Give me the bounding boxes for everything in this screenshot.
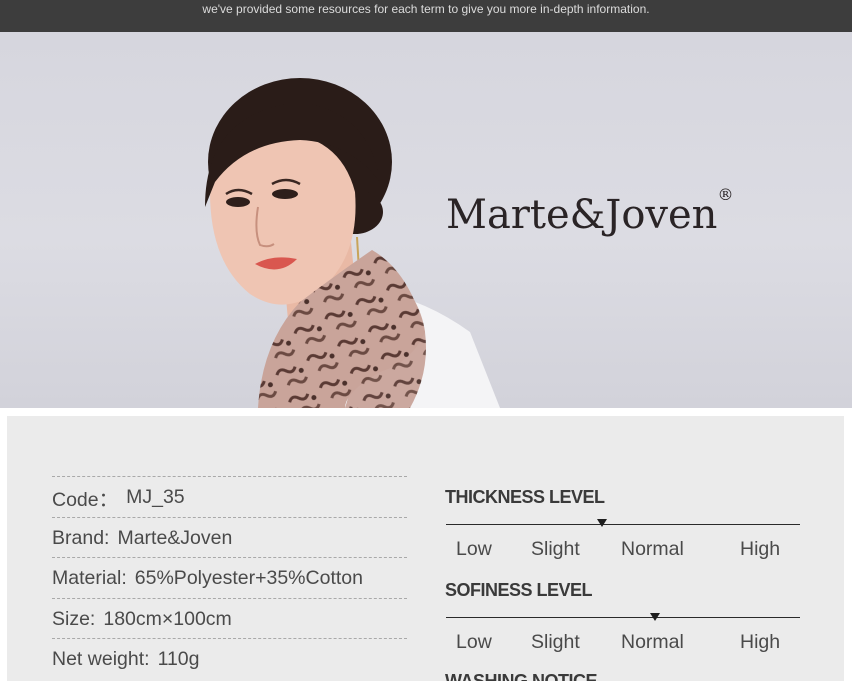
thickness-level-title: THICKNESS LEVEL [445, 487, 605, 507]
thickness-label-high: High [740, 538, 781, 560]
thickness-label-low: Low [456, 538, 492, 560]
softness-label-low: Low [456, 631, 492, 653]
spec-row-net-weight: Net weight: 110g [52, 638, 407, 679]
registered-mark: ® [717, 184, 734, 204]
spec-label: Brand: [52, 526, 110, 549]
softness-label-slight: Slight [531, 631, 580, 653]
notice-bar: we've provided some resources for each t… [0, 0, 852, 32]
spec-value: 110g [157, 648, 200, 671]
softness-scale-line [446, 617, 800, 618]
hero-banner: Marte&Joven® [0, 32, 852, 408]
spec-value: MJ_35 [126, 486, 185, 509]
washing-notice-title: WASHING NOTICE [445, 672, 597, 681]
thickness-scale-line [446, 524, 800, 525]
spec-value: 180cm×100cm [103, 607, 232, 630]
softness-label-high: High [740, 631, 781, 653]
spec-row-material: Material: 65%Polyester+35%Cotton [52, 557, 407, 598]
softness-level-marker [649, 613, 660, 621]
spec-row-size: Size: 180cm×100cm [52, 597, 407, 639]
spec-label: Code： [52, 489, 119, 512]
notice-text: we've provided some resources for each t… [202, 2, 650, 16]
thickness-label-normal: Normal [621, 538, 684, 560]
spec-label: Material: [52, 567, 127, 590]
thickness-label-slight: Slight [531, 538, 580, 560]
brand-logo-text: Marte&Joven [446, 192, 718, 238]
washing-notice-heading: WASHING NOTICE [445, 672, 597, 681]
thickness-level-marker [596, 519, 607, 527]
brand-logo: Marte&Joven® [446, 185, 733, 238]
spec-row-code: Code： MJ_35 [52, 476, 407, 517]
spec-list: Code： MJ_35 Brand: Marte&Joven Material: 65… [52, 476, 407, 679]
spec-value: 65%Polyester+35%Cotton [134, 567, 363, 590]
spec-label: Size: [52, 607, 96, 630]
spec-label: Net weight: [52, 648, 150, 671]
softness-label-normal: Normal [621, 631, 684, 653]
spec-value: Marte&Joven [117, 526, 233, 549]
spec-row-brand: Brand: Marte&Joven [52, 516, 407, 558]
softness-level-title: SOFINESS LEVEL [445, 580, 593, 600]
